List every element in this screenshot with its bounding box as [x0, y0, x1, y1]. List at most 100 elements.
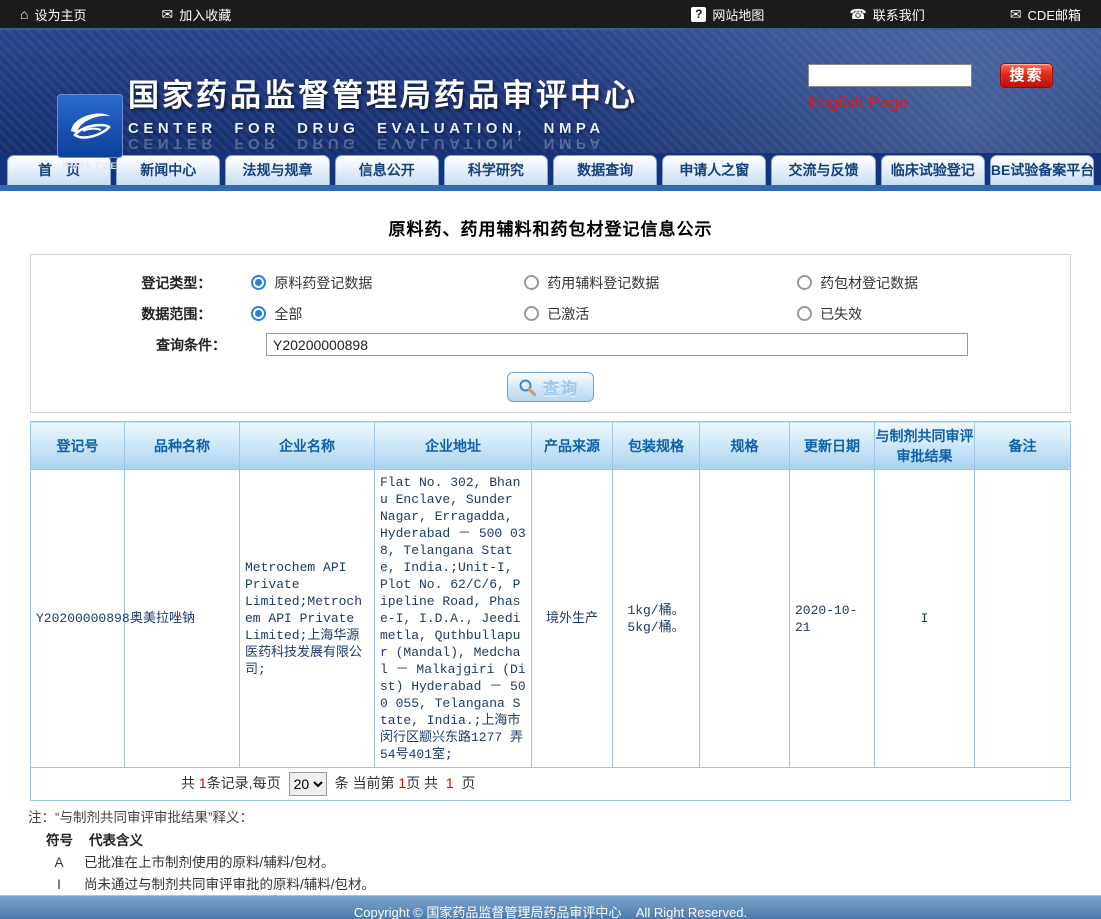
page-size-select[interactable]: 20 [288, 772, 327, 797]
notes-symbol-a: A [54, 855, 64, 870]
site-title-cn: 国家药品监督管理局药品审评中心 [128, 78, 638, 113]
site-footer: Copyright © 国家药品监督管理局药品审评中心 All Right Re… [0, 895, 1101, 919]
query-form: 登记类型： 原料药登记数据 药用辅料登记数据 药包材登记数据 数据范围： 全部 … [30, 254, 1071, 413]
english-page-link[interactable]: English Page [808, 93, 908, 113]
query-button-label: 查询 [542, 381, 579, 398]
pagination-text: 条记录,每页 [206, 775, 281, 791]
cell-update-date: 2020-10-21 [789, 469, 875, 768]
main-navigation: 首 页 新闻中心 法规与规章 信息公开 科学研究 数据查询 申请人之窗 交流与反… [0, 153, 1101, 185]
notes-symbol-i: I [57, 877, 61, 892]
radio-scope-activated-label: 已激活 [547, 305, 590, 322]
radio-scope-expired-label: 已失效 [820, 305, 863, 322]
nav-tab-data-query[interactable]: 数据查询 [553, 155, 658, 185]
notes-meaning-i: 尚未通过与制剂共同审评审批的原料/辅料/包材。 [84, 877, 376, 892]
col-header-remark: 备注 [974, 421, 1071, 470]
table-row: Y20200000898 奥美拉唑钠 Metrochem API Private… [30, 469, 1071, 768]
nav-tab-clinical-trial[interactable]: 临床试验登记 [880, 155, 985, 185]
pagination-text: 页 [453, 775, 476, 791]
nav-tab-feedback[interactable]: 交流与反馈 [771, 155, 876, 185]
cell-reg-no: Y20200000898 [30, 469, 130, 768]
radio-packaging-data[interactable]: 药包材登记数据 [797, 273, 1070, 293]
radio-unselected-icon[interactable] [797, 306, 813, 321]
site-map-link[interactable]: ? 网站地图 [691, 5, 764, 24]
mail-icon: ✉ [1009, 6, 1022, 22]
nav-tab-applicant[interactable]: 申请人之窗 [662, 155, 767, 185]
reg-type-label: 登记类型： [141, 274, 212, 291]
pagination-text: 页 共 [406, 775, 446, 791]
col-header-reg-no: 登记号 [30, 421, 125, 470]
col-header-spec: 规格 [699, 421, 790, 470]
table-header-row: 登记号 品种名称 企业名称 企业地址 产品来源 包装规格 规格 更新日期 与制剂… [30, 421, 1071, 470]
cell-package-spec: 1kg/桶。5kg/桶。 [612, 469, 700, 768]
nav-tab-research[interactable]: 科学研究 [443, 155, 549, 185]
radio-unselected-icon[interactable] [524, 306, 540, 321]
col-header-product-source: 产品来源 [531, 421, 613, 470]
header-search-button[interactable]: 搜索 [1000, 63, 1053, 88]
cell-company-name: Metrochem API Private Limited;Metrochem … [239, 469, 375, 768]
pagination-text: 条 当前第 [334, 775, 399, 791]
radio-raw-material-data[interactable]: 原料药登记数据 [251, 273, 524, 293]
cde-mail-link[interactable]: ✉ CDE邮箱 [1010, 5, 1081, 24]
site-title-en-reflection: CENTER FOR DRUG EVALUATION, NMPA [128, 136, 605, 152]
query-condition-label: 查询条件： [156, 336, 226, 353]
phone-icon: ☎ [849, 6, 867, 22]
radio-selected-icon[interactable] [251, 275, 267, 290]
notes-title: 注：“与制剂共同审评审批结果”释义： [28, 810, 253, 825]
radio-selected-icon[interactable] [251, 306, 267, 321]
radio-scope-activated[interactable]: 已激活 [524, 304, 797, 324]
notes-meaning-a: 已批准在上市制剂使用的原料/辅料/包材。 [84, 855, 335, 870]
notes-header: 符号 代表含义 [28, 830, 1101, 851]
cell-company-address: Flat No. 302, Bhanu Enclave, Sunder Naga… [374, 469, 532, 768]
nav-tab-regulations[interactable]: 法规与规章 [225, 155, 330, 185]
question-mark-icon: ? [691, 6, 707, 22]
notes-symbol-header: 符号 [46, 833, 73, 848]
pagination-current-page: 1 [398, 775, 407, 791]
site-title-en: CENTER FOR DRUG EVALUATION, NMPA [128, 120, 605, 137]
col-header-company-name: 企业名称 [239, 421, 375, 470]
cell-product-source: 境外生产 [531, 469, 613, 768]
cell-product-name: 奥美拉唑钠 [124, 469, 240, 768]
magnifier-icon [519, 379, 537, 396]
notes-row-a: A 已批准在上市制剂使用的原料/辅料/包材。 [28, 852, 1101, 873]
site-header: NMPA CDE 国家药品监督管理局药品审评中心 CENTER FOR DRUG… [0, 28, 1101, 171]
set-homepage-link[interactable]: ⌂ 设为主页 [20, 5, 86, 24]
cell-review-result: I [874, 469, 975, 768]
header-search-input[interactable] [808, 64, 972, 87]
footer-copyright: Copyright © 国家药品监督管理局药品审评中心 All Right Re… [353, 905, 748, 919]
radio-raw-material-label: 原料药登记数据 [274, 274, 373, 291]
nav-tab-news[interactable]: 新闻中心 [116, 155, 221, 185]
radio-scope-all[interactable]: 全部 [251, 304, 524, 324]
radio-scope-expired[interactable]: 已失效 [797, 304, 1070, 324]
envelope-icon: ✉ [161, 6, 174, 22]
scope-label: 数据范围： [141, 305, 212, 322]
nmpa-cde-logo[interactable] [57, 94, 123, 158]
col-header-update-date: 更新日期 [789, 421, 875, 470]
col-header-product-name: 品种名称 [124, 421, 240, 470]
logo-swoosh-icon [71, 113, 111, 139]
pagination-total-count: 1 [198, 775, 207, 791]
cell-remark [974, 469, 1071, 768]
col-header-review-result: 与制剂共同审评审批结果 [874, 421, 975, 470]
contact-us-link[interactable]: ☎ 联系我们 [849, 5, 924, 24]
nav-tab-be-platform[interactable]: BE试验备案平台 [989, 155, 1095, 185]
nav-tab-information[interactable]: 信息公开 [334, 155, 439, 185]
page-title: 原料药、药用辅料和药包材登记信息公示 [388, 220, 713, 239]
results-table: 登记号 品种名称 企业名称 企业地址 产品来源 包装规格 规格 更新日期 与制剂… [30, 421, 1071, 801]
radio-unselected-icon[interactable] [797, 275, 813, 290]
add-favorite-link[interactable]: ✉ 加入收藏 [161, 5, 231, 24]
radio-packaging-label: 药包材登记数据 [820, 274, 919, 291]
home-icon: ⌂ [20, 6, 29, 22]
query-submit-button[interactable]: 查询 [506, 372, 594, 402]
legend-notes: 注：“与制剂共同审评审批结果”释义： 符号 代表含义 A 已批准在上市制剂使用的原料… [28, 807, 1101, 895]
nav-divider-strip [0, 185, 1101, 191]
pagination-text: 共 [181, 775, 199, 791]
radio-unselected-icon[interactable] [524, 275, 540, 290]
pagination-bar: 共 1条记录,每页 20 条 当前第 1页 共 1 页 [30, 768, 1071, 801]
radio-scope-all-label: 全部 [274, 305, 303, 322]
radio-excipient-label: 药用辅料登记数据 [547, 274, 660, 291]
radio-excipient-data[interactable]: 药用辅料登记数据 [524, 273, 797, 293]
notes-row-i: I 尚未通过与制剂共同审评审批的原料/辅料/包材。 [28, 874, 1101, 895]
col-header-package-spec: 包装规格 [612, 421, 700, 470]
contact-us-label: 联系我们 [872, 7, 925, 23]
query-condition-input[interactable] [266, 333, 968, 356]
